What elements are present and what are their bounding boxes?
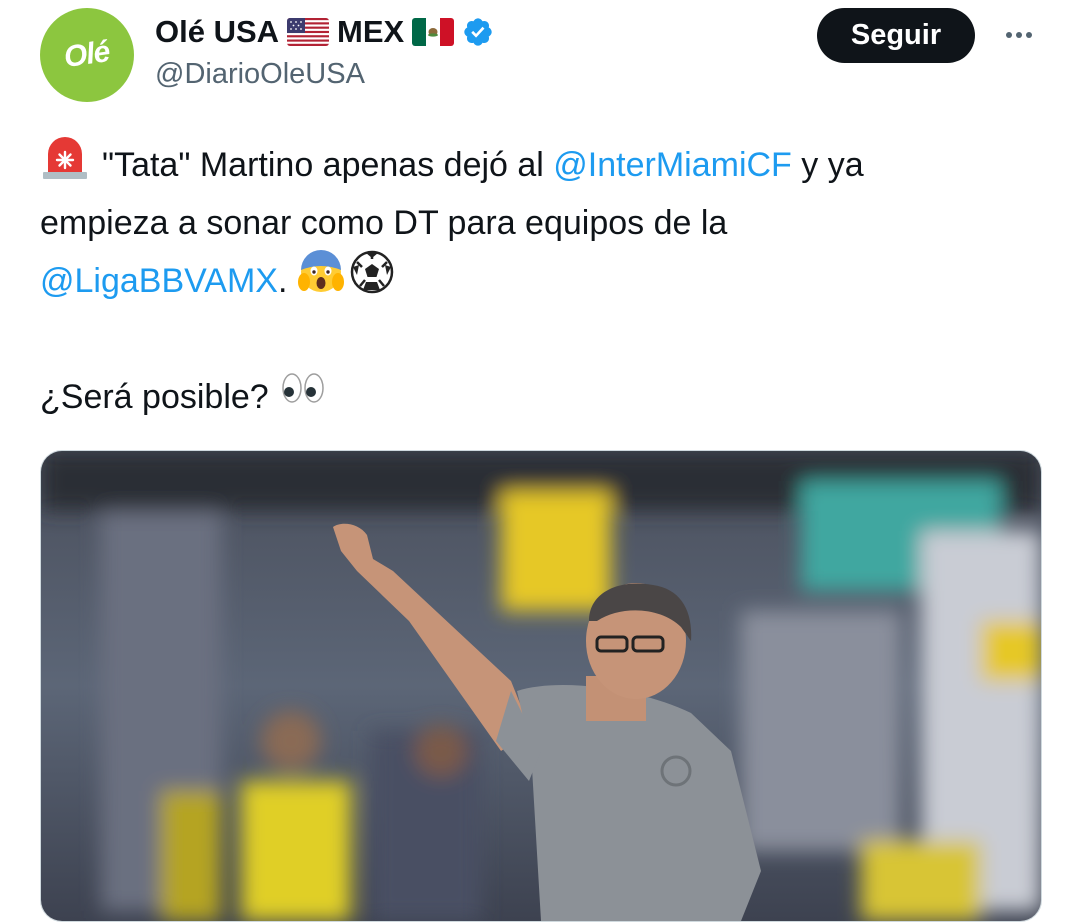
tweet-line-1-pre: "Tata" Martino apenas dejó al: [102, 146, 554, 184]
tweet-line-5-text: ¿Será posible?: [40, 378, 279, 416]
tweet-line-3: @LigaBBVAMX .: [40, 249, 1050, 313]
mention-liga-bbva-mx[interactable]: @LigaBBVAMX: [40, 252, 278, 310]
tweet-line-2-text: empieza a sonar como DT para equipos de …: [40, 204, 728, 242]
display-name[interactable]: Olé USA MEX: [155, 10, 494, 54]
avatar-logo-text: Olé: [62, 35, 112, 75]
tweet-line-3-post: .: [277, 262, 297, 300]
eyes-icon: [278, 368, 328, 426]
tweet-text: "Tata" Martino apenas dejó al @InterMiam…: [40, 136, 1050, 426]
tweet-line-1: "Tata" Martino apenas dejó al @InterMiam…: [40, 136, 1050, 194]
screaming-face-icon: [297, 248, 345, 314]
tweet-line-1-post: y ya: [791, 146, 864, 184]
account-handle[interactable]: @DiarioOleUSA: [155, 58, 365, 91]
follow-button[interactable]: Seguir: [817, 8, 975, 63]
tweet-line-2: empieza a sonar como DT para equipos de …: [40, 194, 1050, 252]
mexico-flag-icon: [412, 18, 455, 46]
rotating-light-icon: [40, 132, 90, 198]
photo-coach-pointing: [41, 451, 1041, 921]
tweet-media-photo[interactable]: [40, 450, 1042, 922]
more-dot: [1026, 32, 1032, 38]
more-dot: [1016, 32, 1022, 38]
display-name-part2: MEX: [337, 14, 405, 49]
soccer-ball-icon: [349, 249, 395, 313]
avatar[interactable]: Olé: [40, 8, 134, 102]
us-flag-icon: [287, 18, 330, 46]
more-dot: [1006, 32, 1012, 38]
verified-badge-icon[interactable]: [462, 16, 494, 48]
tweet-line-5: ¿Será posible?: [40, 368, 1050, 426]
more-options-icon[interactable]: [997, 18, 1041, 52]
mention-inter-miami[interactable]: @InterMiamiCF: [553, 136, 792, 194]
display-name-part1: Olé USA: [155, 14, 280, 49]
